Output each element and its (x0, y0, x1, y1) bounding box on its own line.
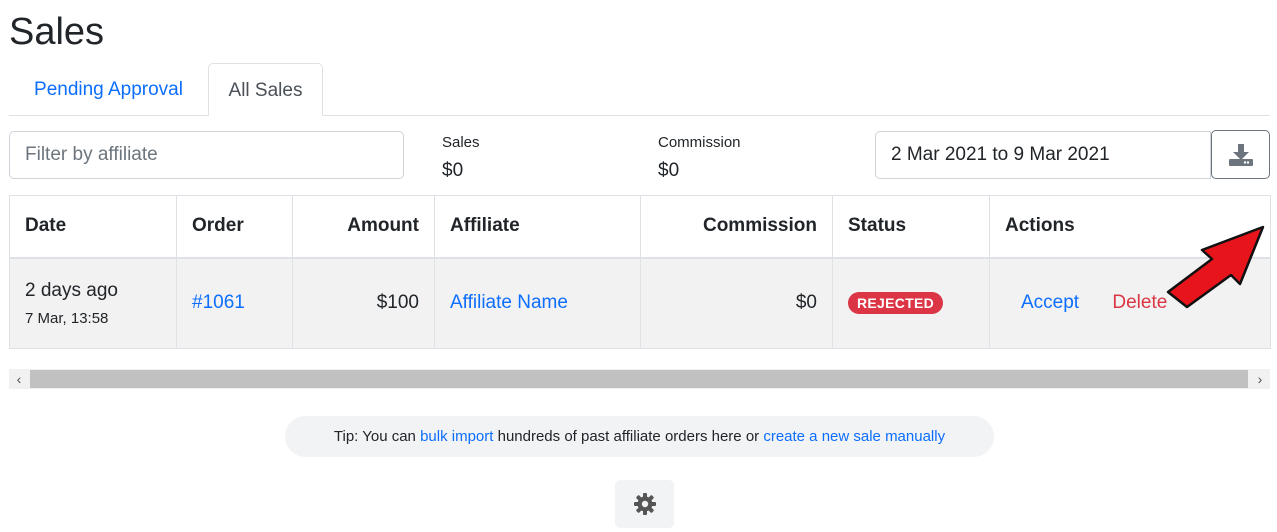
create-sale-link[interactable]: create a new sale manually (763, 428, 945, 445)
sales-stat-value: $0 (442, 160, 464, 181)
col-header-date[interactable]: Date (9, 195, 177, 259)
affiliate-link[interactable]: Affiliate Name (450, 292, 568, 313)
download-icon (1228, 143, 1253, 166)
cell-order: #1061 (176, 257, 293, 349)
date-range-picker[interactable]: 2 Mar 2021 to 9 Mar 2021 (875, 131, 1211, 179)
accept-button[interactable]: Accept (1021, 292, 1079, 314)
order-link[interactable]: #1061 (192, 292, 245, 313)
table-header-row: Date Order Amount Affiliate Commission S… (9, 195, 1271, 259)
download-button[interactable] (1211, 130, 1270, 179)
tab-all-sales[interactable]: All Sales (208, 63, 323, 116)
chevron-right-icon[interactable]: › (1250, 369, 1270, 389)
affiliate-filter-input[interactable] (9, 131, 404, 179)
tab-bar: Pending Approval All Sales (9, 63, 1270, 116)
commission-stat-label: Commission (658, 134, 741, 151)
col-header-amount[interactable]: Amount (292, 195, 435, 259)
bulk-import-link[interactable]: bulk import (420, 428, 493, 445)
cell-status: REJECTED (832, 257, 990, 349)
tip-middle: hundreds of past affiliate orders here o… (493, 428, 764, 445)
cell-commission: $0 (640, 257, 833, 349)
annotation-arrow-icon (1166, 225, 1265, 309)
status-badge: REJECTED (848, 292, 944, 315)
col-header-order[interactable]: Order (176, 195, 293, 259)
settings-button[interactable] (615, 480, 674, 528)
chevron-left-icon[interactable]: ‹ (9, 369, 29, 389)
col-header-affiliate[interactable]: Affiliate (434, 195, 641, 259)
date-exact: 7 Mar, 13:58 (25, 309, 109, 327)
tip-prefix: Tip: You can (333, 428, 421, 445)
cell-amount: $100 (292, 257, 435, 349)
date-relative: 2 days ago (25, 279, 118, 301)
scrollbar-thumb[interactable] (30, 370, 1248, 388)
table-row: 2 days ago 7 Mar, 13:58 #1061 $100 Affil… (9, 257, 1271, 349)
tip-banner: Tip: You can bulk import hundreds of pas… (285, 416, 994, 457)
gear-icon (633, 493, 656, 515)
sales-stat-label: Sales (442, 134, 480, 151)
commission-stat-value: $0 (658, 160, 680, 181)
col-header-commission[interactable]: Commission (640, 195, 833, 259)
tab-pending-approval[interactable]: Pending Approval (9, 63, 208, 115)
horizontal-scrollbar[interactable]: ‹ › (9, 369, 1270, 389)
page-title: Sales (9, 11, 105, 53)
cell-date: 2 days ago 7 Mar, 13:58 (9, 257, 177, 349)
cell-affiliate: Affiliate Name (434, 257, 641, 349)
col-header-status[interactable]: Status (832, 195, 990, 259)
sales-table: Date Order Amount Affiliate Commission S… (9, 195, 1271, 349)
